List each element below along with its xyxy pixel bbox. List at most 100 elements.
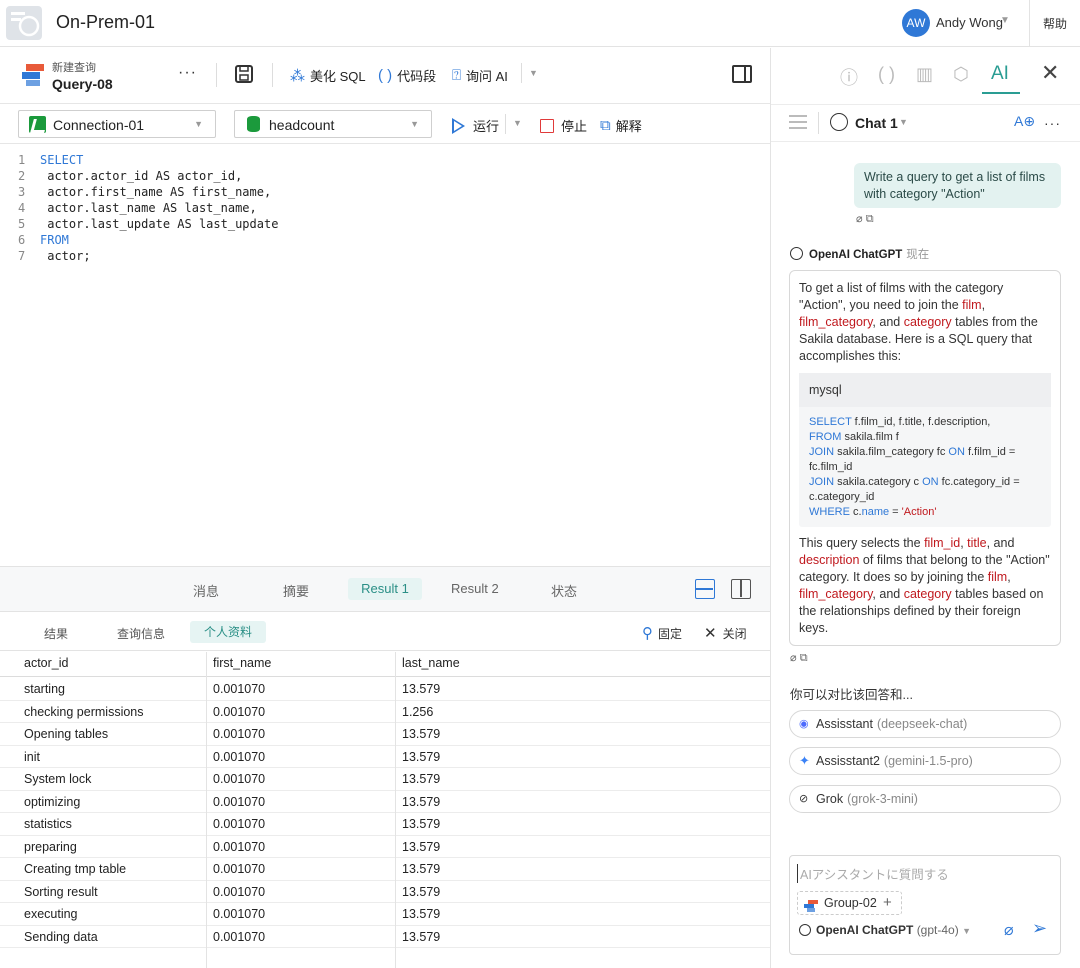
table-cell[interactable]: 0.001070	[213, 907, 265, 921]
table-row[interactable]: System lock 0.001070 13.579	[0, 768, 770, 791]
chevron-down-icon[interactable]: ▼	[513, 118, 522, 128]
table-cell[interactable]: 0.001070	[213, 795, 265, 809]
tab-messages[interactable]: 消息	[193, 581, 219, 600]
table-row[interactable]: Sending data 0.001070 13.579	[0, 926, 770, 948]
table-row[interactable]: init 0.001070 13.579	[0, 746, 770, 768]
table-row[interactable]: preparing 0.001070 13.579	[0, 836, 770, 858]
column-header[interactable]: last_name	[402, 656, 460, 670]
pin-button[interactable]: ⚲ 固定	[642, 624, 682, 642]
table-cell[interactable]: 13.579	[402, 840, 440, 854]
user-name[interactable]: Andy Wong	[936, 15, 1003, 30]
attach-icon[interactable]: ⌀	[790, 652, 797, 664]
table-cell[interactable]: 13.579	[402, 930, 440, 944]
columns-icon[interactable]: ▥	[916, 64, 933, 85]
avatar[interactable]: AW	[902, 9, 930, 37]
menu-icon[interactable]	[789, 115, 807, 129]
table-row[interactable]: Sorting result 0.001070 13.579	[0, 881, 770, 903]
query-name[interactable]: Query-08	[52, 76, 113, 92]
connection-select[interactable]: Connection-01 ▼	[18, 110, 216, 138]
table-cell[interactable]: System lock	[24, 772, 91, 786]
hexagon-icon[interactable]: ⬡	[953, 64, 969, 85]
table-cell[interactable]: 13.579	[402, 750, 440, 764]
table-row[interactable]: executing 0.001070 13.579	[0, 903, 770, 926]
table-row[interactable]: optimizing 0.001070 13.579	[0, 791, 770, 813]
ai-tab[interactable]: AI	[991, 63, 1009, 85]
ask-ai-button[interactable]: ⍰ 询问 AI	[452, 66, 508, 85]
table-cell[interactable]: 0.001070	[213, 885, 265, 899]
table-cell[interactable]: 0.001070	[213, 750, 265, 764]
layout-vertical-icon[interactable]	[731, 579, 751, 599]
table-cell[interactable]: 13.579	[402, 862, 440, 876]
copy-icon[interactable]: ⧉	[800, 652, 808, 664]
table-cell[interactable]: 13.579	[402, 907, 440, 921]
chevron-down-icon[interactable]: ▼	[1000, 15, 1010, 26]
more-options-button[interactable]: ···	[178, 64, 197, 82]
table-row[interactable]: Creating tmp table 0.001070 13.579	[0, 858, 770, 881]
database-select[interactable]: headcount ▼	[234, 110, 432, 138]
table-cell[interactable]: 0.001070	[213, 727, 265, 741]
chat-title[interactable]: Chat 1	[855, 115, 898, 131]
table-cell[interactable]: 13.579	[402, 772, 440, 786]
table-cell[interactable]: executing	[24, 907, 78, 921]
table-cell[interactable]: 13.579	[402, 682, 440, 696]
table-cell[interactable]: checking permissions	[24, 705, 144, 719]
table-cell[interactable]: 13.579	[402, 817, 440, 831]
table-row[interactable]: starting 0.001070 13.579	[0, 678, 770, 701]
table-cell[interactable]: optimizing	[24, 795, 80, 809]
new-ai-chat-icon[interactable]: A⊕	[1014, 113, 1035, 130]
subtab-query-info[interactable]: 查询信息	[117, 625, 165, 642]
tab-status[interactable]: 状态	[551, 581, 577, 600]
send-icon[interactable]: ➢	[1032, 918, 1047, 939]
save-icon[interactable]	[234, 64, 254, 84]
table-cell[interactable]: 0.001070	[213, 930, 265, 944]
beautify-sql-button[interactable]: ⁂ 美化 SQL	[290, 66, 366, 85]
explain-button[interactable]: ⧉ 解释	[600, 116, 642, 135]
chevron-down-icon[interactable]: ▼	[899, 117, 908, 127]
table-cell[interactable]: 0.001070	[213, 772, 265, 786]
table-cell[interactable]: 0.001070	[213, 682, 265, 696]
table-cell[interactable]: Opening tables	[24, 727, 108, 741]
compare-option-deepseek[interactable]: ◉ Assisstant (deepseek-chat)	[789, 710, 1061, 738]
chevron-down-icon[interactable]: ▼	[529, 68, 538, 78]
table-cell[interactable]: statistics	[24, 817, 72, 831]
copy-icon[interactable]: ⧉	[866, 213, 874, 225]
tab-result-2[interactable]: Result 2	[451, 581, 499, 596]
table-cell[interactable]: 13.579	[402, 795, 440, 809]
ai-input-field[interactable]: AIアシスタントに質問する	[797, 864, 949, 883]
help-link[interactable]: 帮助	[1043, 15, 1067, 32]
compare-option-gemini[interactable]: ✦ Assisstant2 (gemini-1.5-pro)	[789, 747, 1061, 775]
table-cell[interactable]: 0.001070	[213, 862, 265, 876]
tab-summary[interactable]: 摘要	[283, 581, 309, 600]
attach-icon[interactable]: ⌀	[1004, 920, 1014, 940]
subtab-results[interactable]: 结果	[44, 625, 68, 642]
table-cell[interactable]: 0.001070	[213, 840, 265, 854]
table-cell[interactable]: Creating tmp table	[24, 862, 126, 876]
table-row[interactable]: statistics 0.001070 13.579	[0, 813, 770, 836]
stop-button[interactable]: 停止	[540, 116, 587, 135]
table-row[interactable]: checking permissions 0.001070 1.256	[0, 701, 770, 723]
close-result-button[interactable]: ✕ 关闭	[704, 624, 747, 642]
table-cell[interactable]: starting	[24, 682, 65, 696]
column-divider[interactable]	[395, 652, 396, 968]
column-divider[interactable]	[206, 652, 207, 968]
compare-option-grok[interactable]: ⊘ Grok (grok-3-mini)	[789, 785, 1061, 813]
add-icon[interactable]: +	[883, 894, 892, 911]
snippet-button[interactable]: ( ) 代码段	[378, 66, 436, 85]
table-cell[interactable]: 13.579	[402, 885, 440, 899]
run-button[interactable]: 运行	[452, 116, 499, 135]
table-cell[interactable]: preparing	[24, 840, 77, 854]
parentheses-icon[interactable]: ( )	[878, 64, 895, 85]
panel-toggle-icon[interactable]	[732, 65, 752, 83]
table-cell[interactable]: 0.001070	[213, 705, 265, 719]
info-icon[interactable]: ⓘ	[840, 64, 858, 90]
table-cell[interactable]: init	[24, 750, 40, 764]
layout-horizontal-icon[interactable]	[695, 579, 715, 599]
table-cell[interactable]: 13.579	[402, 727, 440, 741]
table-cell[interactable]: 1.256	[402, 705, 433, 719]
table-cell[interactable]: Sorting result	[24, 885, 98, 899]
column-header[interactable]: actor_id	[24, 656, 68, 670]
table-cell[interactable]: Sending data	[24, 930, 98, 944]
more-options-button[interactable]: ···	[1044, 115, 1061, 131]
column-header[interactable]: first_name	[213, 656, 271, 670]
table-cell[interactable]: 0.001070	[213, 817, 265, 831]
